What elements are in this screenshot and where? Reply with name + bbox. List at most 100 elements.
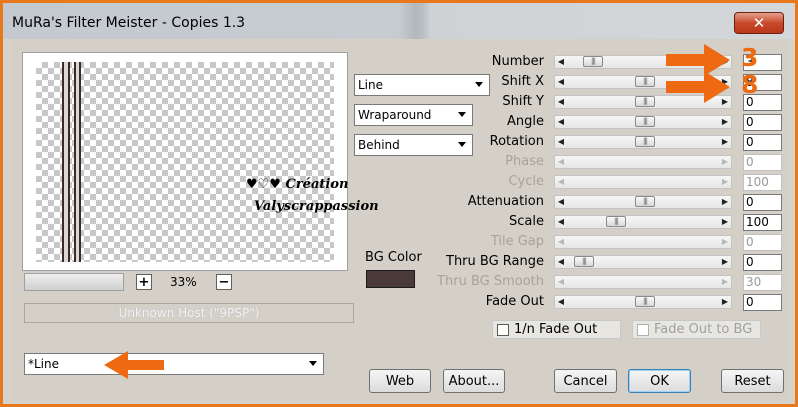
ok-button[interactable]: OK <box>628 369 691 393</box>
chevron-down-icon <box>309 361 317 366</box>
annotation-shiftx-label: 8 <box>741 70 759 99</box>
param-value-field[interactable]: 0 <box>743 154 782 171</box>
arrow-right-icon[interactable]: ▶ <box>720 196 730 208</box>
param-slider[interactable]: ◀ ▶ ||| <box>554 215 732 229</box>
arrow-right-icon[interactable]: ▶ <box>720 216 730 228</box>
arrow-left-icon[interactable]: ◀ <box>556 236 566 248</box>
param-label: Shift X <box>501 74 544 89</box>
param-label: Phase <box>505 154 544 169</box>
zoom-in-button[interactable]: + <box>136 274 152 290</box>
param-slider[interactable]: ◀ ▶ <box>554 175 732 189</box>
fade-out-to-bg-label: Fade Out to BG <box>654 322 753 337</box>
arrow-left-icon[interactable]: ◀ <box>556 276 566 288</box>
param-label: Fade Out <box>485 294 544 309</box>
arrow-left-icon[interactable]: ◀ <box>556 256 566 268</box>
title-bar[interactable]: MuRa's Filter Meister - Copies 1.3 ✕ <box>3 3 795 39</box>
reset-button[interactable]: Reset <box>721 369 784 393</box>
arrow-left-icon[interactable]: ◀ <box>556 76 566 88</box>
arrow-left-icon[interactable]: ◀ <box>556 96 566 108</box>
zoom-level: 33% <box>170 275 197 289</box>
arrow-right-icon[interactable]: ▶ <box>720 276 730 288</box>
slider-thumb[interactable]: ||| <box>583 56 603 67</box>
arrow-right-icon[interactable]: ▶ <box>720 256 730 268</box>
slider-thumb[interactable]: ||| <box>635 76 655 87</box>
web-button[interactable]: Web <box>369 369 431 393</box>
annotation-number-label: 3 <box>741 43 759 72</box>
plus-icon: + <box>138 274 150 290</box>
arrow-left-icon[interactable]: ◀ <box>556 216 566 228</box>
close-button[interactable]: ✕ <box>734 12 784 34</box>
param-slider[interactable]: ◀ ▶ <box>554 155 732 169</box>
checkbox-box <box>637 323 649 336</box>
arrow-right-icon[interactable]: ▶ <box>720 116 730 128</box>
cancel-button[interactable]: Cancel <box>554 369 617 393</box>
param-label: Cycle <box>508 174 544 189</box>
param-label: Shift Y <box>502 94 544 109</box>
annotation-arrow-shape <box>104 351 164 379</box>
param-value-field[interactable]: 0 <box>743 114 782 131</box>
arrow-left-icon[interactable]: ◀ <box>556 176 566 188</box>
param-slider[interactable]: ◀ ▶ <box>554 275 732 289</box>
minus-icon: − <box>218 274 230 290</box>
arrow-left-icon[interactable]: ◀ <box>556 56 566 68</box>
slider-thumb[interactable]: ||| <box>574 256 594 267</box>
inverse-fade-out-checkbox[interactable]: 1/n Fade Out <box>492 320 621 339</box>
slider-thumb[interactable]: ||| <box>635 196 655 207</box>
zoom-slider[interactable] <box>24 273 124 291</box>
preview-canvas[interactable] <box>36 62 334 262</box>
arrow-left-icon[interactable]: ◀ <box>556 296 566 308</box>
param-value-field[interactable]: 30 <box>743 274 782 291</box>
preset-dropdown[interactable]: *Line <box>24 353 324 375</box>
preset-value: *Line <box>28 357 60 371</box>
annotation-arrow-shiftx <box>666 71 730 103</box>
window-title: MuRa's Filter Meister - Copies 1.3 <box>12 15 246 31</box>
slider-thumb[interactable]: ||| <box>635 296 655 307</box>
param-slider[interactable]: ◀ ▶ ||| <box>554 295 732 309</box>
watermark-title: ♥♡♥ Création <box>246 177 349 192</box>
arrow-right-icon[interactable]: ▶ <box>720 296 730 308</box>
param-label: Scale <box>509 214 544 229</box>
param-value-field[interactable]: 0 <box>743 234 782 251</box>
slider-thumb[interactable]: ||| <box>635 136 655 147</box>
annotation-arrow-shape <box>666 71 730 103</box>
param-slider[interactable]: ◀ ▶ ||| <box>554 255 732 269</box>
param-value-field[interactable]: 0 <box>743 194 782 211</box>
param-slider[interactable]: ◀ ▶ ||| <box>554 135 732 149</box>
param-slider[interactable]: ◀ ▶ <box>554 235 732 249</box>
arrow-left-icon[interactable]: ◀ <box>556 196 566 208</box>
param-slider[interactable]: ◀ ▶ ||| <box>554 115 732 129</box>
preview-line <box>79 62 81 262</box>
arrow-right-icon[interactable]: ▶ <box>720 176 730 188</box>
close-icon: ✕ <box>752 14 766 32</box>
inverse-fade-out-label: 1/n Fade Out <box>514 322 598 337</box>
param-value-field[interactable]: 100 <box>743 214 782 231</box>
slider-thumb[interactable]: ||| <box>606 216 626 227</box>
host-info: Unknown Host ("9PSP") <box>24 303 354 323</box>
param-label: Number <box>491 54 544 69</box>
checkbox-box <box>497 323 509 336</box>
zoom-out-button[interactable]: − <box>216 274 232 290</box>
preview-line <box>68 62 70 262</box>
about-button[interactable]: About... <box>443 369 505 393</box>
param-value-field[interactable]: 100 <box>743 174 782 191</box>
slider-thumb[interactable]: ||| <box>635 96 655 107</box>
param-value-field[interactable]: 0 <box>743 254 782 271</box>
slider-thumb[interactable]: ||| <box>635 116 655 127</box>
param-label: Attenuation <box>467 194 544 209</box>
annotation-arrow-preset <box>104 351 164 379</box>
arrow-right-icon[interactable]: ▶ <box>720 236 730 248</box>
param-label: Thru BG Smooth <box>437 274 544 289</box>
arrow-left-icon[interactable]: ◀ <box>556 156 566 168</box>
param-slider[interactable]: ◀ ▶ ||| <box>554 195 732 209</box>
arrow-right-icon[interactable]: ▶ <box>720 156 730 168</box>
param-value-field[interactable]: 0 <box>743 294 782 311</box>
param-label: Angle <box>507 114 544 129</box>
fade-out-to-bg-checkbox[interactable]: Fade Out to BG <box>632 320 761 339</box>
param-value-field[interactable]: 0 <box>743 134 782 151</box>
arrow-right-icon[interactable]: ▶ <box>720 136 730 148</box>
arrow-left-icon[interactable]: ◀ <box>556 136 566 148</box>
param-label: Tile Gap <box>490 234 544 249</box>
arrow-left-icon[interactable]: ◀ <box>556 116 566 128</box>
param-label: Rotation <box>489 134 544 149</box>
param-label: Thru BG Range <box>446 254 544 269</box>
